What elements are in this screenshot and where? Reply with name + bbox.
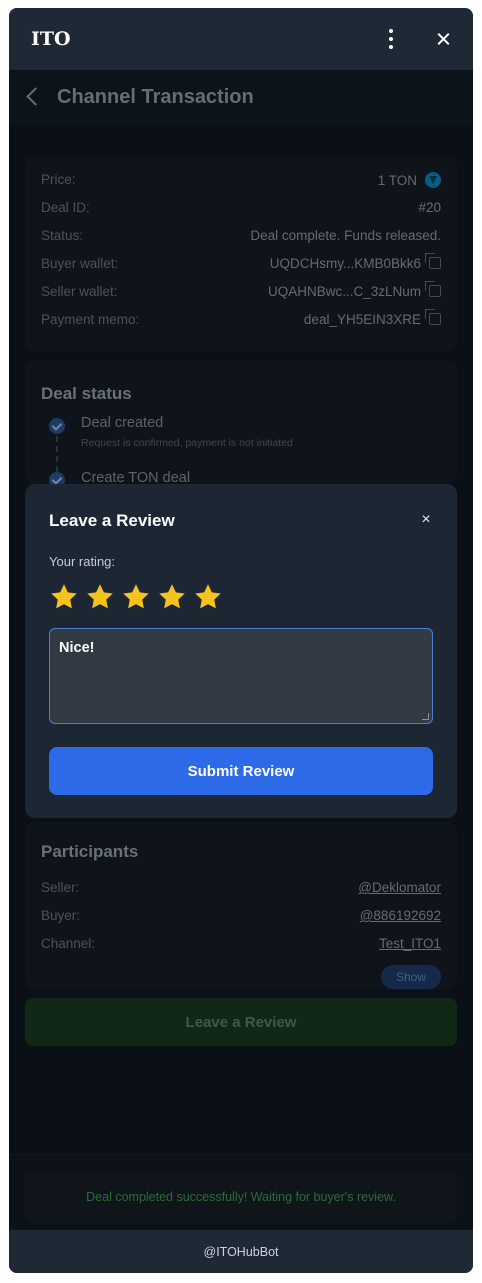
copy-icon[interactable]	[425, 309, 441, 325]
payment-memo-value: deal_YH5EIN3XRE	[303, 312, 421, 327]
rating-label: Your rating:	[49, 554, 116, 569]
app-window: ITO Channel Transaction Price: 1 TON Dea…	[9, 8, 473, 1273]
close-icon[interactable]	[433, 28, 455, 50]
price-value: 1 TON	[377, 173, 417, 188]
status-label: Status:	[41, 228, 84, 243]
copy-icon[interactable]	[425, 253, 441, 269]
seller-wallet-label: Seller wallet:	[41, 284, 118, 299]
window-title: ITO	[31, 28, 71, 50]
show-button[interactable]: Show	[381, 965, 441, 989]
status-value: Deal complete. Funds released.	[250, 228, 441, 243]
star-icon[interactable]	[49, 582, 79, 612]
modal-close-icon[interactable]: ×	[418, 512, 434, 528]
submit-review-button[interactable]: Submit Review	[49, 747, 433, 795]
buyer-row: Buyer: @886192692	[41, 908, 441, 928]
status-footer: Deal completed successfully! Waiting for…	[9, 1154, 473, 1230]
deal-details-card: Price: 1 TON Deal ID: #20 Status: Deal c…	[25, 156, 457, 352]
modal-title: Leave a Review	[49, 511, 175, 530]
leave-review-button[interactable]: Leave a Review	[25, 998, 457, 1046]
review-text: Nice!	[59, 640, 95, 656]
buyer-wallet-value: UQDCHsmy...KMB0Bkk6	[269, 256, 421, 271]
star-icon[interactable]	[157, 582, 187, 612]
participants-card: Participants Seller: @Deklomator Buyer: …	[25, 822, 457, 990]
deal-id-label: Deal ID:	[41, 200, 90, 215]
payment-memo-label: Payment memo:	[41, 312, 140, 327]
buyer-label: Buyer:	[41, 908, 81, 923]
seller-wallet-row: Seller wallet: UQAHNBwc...C_3zLNum	[41, 281, 441, 304]
star-icon[interactable]	[85, 582, 115, 612]
step-connector	[56, 436, 58, 472]
seller-wallet-value: UQAHNBwc...C_3zLNum	[267, 284, 421, 299]
step-subtitle: Request is confirmed, payment is not ini…	[81, 437, 293, 449]
payment-memo-row: Payment memo: deal_YH5EIN3XRE	[41, 309, 441, 332]
window-titlebar: ITO	[9, 8, 473, 70]
resize-grip-icon[interactable]	[422, 713, 429, 720]
bot-name-bar: @ITOHubBot	[9, 1230, 473, 1273]
more-options-icon[interactable]	[383, 28, 399, 50]
check-icon	[49, 418, 65, 434]
star-icon[interactable]	[121, 582, 151, 612]
channel-link[interactable]: Test_ITO1	[379, 936, 441, 951]
success-message: Deal completed successfully! Waiting for…	[25, 1171, 457, 1223]
price-label: Price:	[41, 172, 76, 187]
copy-icon[interactable]	[425, 281, 441, 297]
deal-id-value: #20	[418, 200, 441, 215]
status-row: Status: Deal complete. Funds released.	[41, 228, 441, 248]
price-row: Price: 1 TON	[41, 172, 441, 192]
step-title: Deal created	[81, 415, 164, 431]
deal-status-title: Deal status	[41, 384, 132, 403]
buyer-wallet-label: Buyer wallet:	[41, 256, 119, 271]
app-content: Channel Transaction Price: 1 TON Deal ID…	[9, 70, 473, 1230]
seller-link[interactable]: @Deklomator	[358, 880, 441, 895]
channel-row: Channel: Test_ITO1	[41, 936, 441, 956]
participants-title: Participants	[41, 842, 139, 861]
star-rating[interactable]	[49, 582, 223, 612]
review-modal: Leave a Review × Your rating: Nice! Subm…	[25, 484, 457, 818]
page-title: Channel Transaction	[57, 86, 254, 108]
buyer-link[interactable]: @886192692	[360, 908, 441, 923]
star-icon[interactable]	[193, 582, 223, 612]
deal-status-card: Deal status Deal created Request is conf…	[25, 360, 457, 488]
ton-icon	[425, 172, 441, 188]
buyer-wallet-row: Buyer wallet: UQDCHsmy...KMB0Bkk6	[41, 253, 441, 276]
page-header: Channel Transaction	[9, 70, 473, 126]
seller-label: Seller:	[41, 880, 80, 895]
back-arrow-icon[interactable]	[21, 84, 45, 108]
deal-id-row: Deal ID: #20	[41, 200, 441, 220]
review-textarea[interactable]: Nice!	[49, 628, 433, 724]
seller-row: Seller: @Deklomator	[41, 880, 441, 900]
channel-label: Channel:	[41, 936, 96, 951]
